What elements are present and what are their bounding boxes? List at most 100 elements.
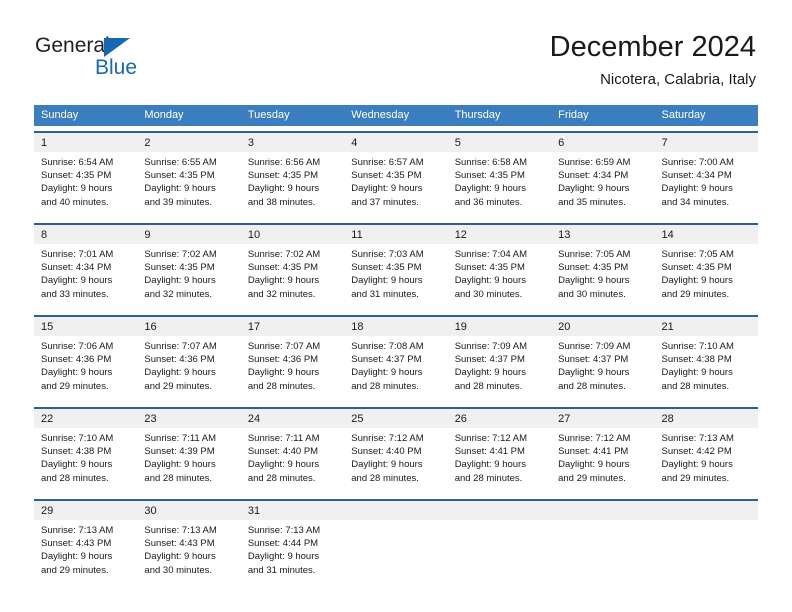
- day-cell[interactable]: 4 Sunrise: 6:57 AM Sunset: 4:35 PM Dayli…: [344, 131, 448, 218]
- sunrise-text: Sunrise: 7:00 AM: [661, 157, 734, 168]
- sunrise-text: Sunrise: 7:02 AM: [144, 249, 217, 260]
- sunset-text: Sunset: 4:34 PM: [661, 170, 732, 182]
- sunrise-text: Sunrise: 7:12 AM: [558, 433, 631, 444]
- day-number: 26: [454, 413, 467, 425]
- sunrise-text: Sunrise: 7:05 AM: [558, 249, 631, 260]
- sunset-text: Sunset: 4:35 PM: [247, 170, 319, 182]
- sunset-text: Sunset: 4:37 PM: [351, 354, 422, 366]
- day-cell[interactable]: 23 Sunrise: 7:11 AM Sunset: 4:39 PM Dayl…: [137, 407, 241, 494]
- day-number-bar: 30: [137, 501, 241, 520]
- sunset-text: Sunset: 4:38 PM: [661, 354, 732, 366]
- day-number: 15: [41, 321, 54, 333]
- sunset-text: Sunset: 4:35 PM: [41, 170, 112, 182]
- day-cell[interactable]: 7 Sunrise: 7:00 AM Sunset: 4:34 PM Dayli…: [654, 131, 758, 218]
- day-details: Sunrise: 7:06 AM Sunset: 4:36 PM Dayligh…: [34, 336, 137, 402]
- day-number-bar: 3: [240, 133, 345, 152]
- sunset-text: Sunset: 4:42 PM: [661, 446, 732, 458]
- day-cell[interactable]: 26 Sunrise: 7:12 AM Sunset: 4:41 PM Dayl…: [447, 407, 552, 494]
- day-cell[interactable]: 27 Sunrise: 7:12 AM Sunset: 4:41 PM Dayl…: [551, 407, 655, 494]
- day-cell[interactable]: 29 Sunrise: 7:13 AM Sunset: 4:43 PM Dayl…: [34, 499, 138, 586]
- day-cell[interactable]: 17 Sunrise: 7:07 AM Sunset: 4:36 PM Dayl…: [240, 315, 345, 402]
- weekday-header-sunday: Sunday: [41, 109, 79, 121]
- brand-name-blue: Blue: [95, 56, 138, 79]
- triangle-flag-icon: [104, 38, 130, 57]
- day-number: 5: [454, 137, 461, 149]
- daylight-text-line2: and 28 minutes.: [661, 380, 730, 392]
- day-number: 4: [351, 137, 358, 149]
- day-details: Sunrise: 6:58 AM Sunset: 4:35 PM Dayligh…: [448, 152, 551, 218]
- day-cell[interactable]: 28 Sunrise: 7:13 AM Sunset: 4:42 PM Dayl…: [654, 407, 758, 494]
- day-number: 17: [247, 321, 261, 333]
- day-cell[interactable]: 19 Sunrise: 7:09 AM Sunset: 4:37 PM Dayl…: [447, 315, 552, 402]
- day-number-bar: 26: [447, 409, 552, 428]
- sunrise-text: Sunrise: 7:11 AM: [144, 433, 217, 444]
- day-number: 23: [144, 413, 157, 425]
- daylight-text-line1: Daylight: 9 hours: [41, 551, 113, 563]
- day-details: Sunrise: 7:02 AM Sunset: 4:35 PM Dayligh…: [137, 244, 240, 310]
- sunset-text: Sunset: 4:35 PM: [351, 170, 422, 182]
- day-cell[interactable]: 24 Sunrise: 7:11 AM Sunset: 4:40 PM Dayl…: [240, 407, 345, 494]
- day-number-bar: 17: [240, 317, 345, 336]
- sunrise-text: Sunrise: 7:10 AM: [41, 433, 114, 444]
- day-cell[interactable]: 21 Sunrise: 7:10 AM Sunset: 4:38 PM Dayl…: [654, 315, 758, 402]
- brand-logo[interactable]: General Blue: [35, 34, 235, 86]
- day-cell[interactable]: 9 Sunrise: 7:02 AM Sunset: 4:35 PM Dayli…: [137, 223, 241, 310]
- daylight-text-line2: and 31 minutes.: [247, 564, 316, 576]
- daylight-text-line1: Daylight: 9 hours: [144, 551, 216, 563]
- day-cell[interactable]: 30 Sunrise: 7:13 AM Sunset: 4:43 PM Dayl…: [137, 499, 241, 586]
- day-cell[interactable]: 5 Sunrise: 6:58 AM Sunset: 4:35 PM Dayli…: [447, 131, 552, 218]
- page-subtitle: Nicotera, Calabria, Italy: [600, 71, 756, 88]
- daylight-text-line2: and 28 minutes.: [351, 380, 419, 392]
- sunrise-text: Sunrise: 6:57 AM: [351, 157, 424, 168]
- daylight-text-line1: Daylight: 9 hours: [247, 459, 320, 471]
- daylight-text-line2: and 35 minutes.: [558, 196, 626, 208]
- day-number-bar: 12: [447, 225, 552, 244]
- day-cell[interactable]: 6 Sunrise: 6:59 AM Sunset: 4:34 PM Dayli…: [551, 131, 655, 218]
- day-cell[interactable]: 8 Sunrise: 7:01 AM Sunset: 4:34 PM Dayli…: [34, 223, 138, 310]
- daylight-text-line1: Daylight: 9 hours: [558, 183, 630, 195]
- day-number-bar: 11: [344, 225, 448, 244]
- daylight-text-line2: and 29 minutes.: [41, 564, 109, 576]
- day-cell-empty: [654, 499, 758, 586]
- day-cell[interactable]: 12 Sunrise: 7:04 AM Sunset: 4:35 PM Dayl…: [447, 223, 552, 310]
- week-row: 22 Sunrise: 7:10 AM Sunset: 4:38 PM Dayl…: [34, 407, 758, 494]
- day-number-bar: [344, 501, 448, 520]
- day-cell[interactable]: 14 Sunrise: 7:05 AM Sunset: 4:35 PM Dayl…: [654, 223, 758, 310]
- daylight-text-line1: Daylight: 9 hours: [144, 183, 216, 195]
- day-cell[interactable]: 22 Sunrise: 7:10 AM Sunset: 4:38 PM Dayl…: [34, 407, 138, 494]
- day-cell[interactable]: 20 Sunrise: 7:09 AM Sunset: 4:37 PM Dayl…: [551, 315, 655, 402]
- day-cell[interactable]: 10 Sunrise: 7:02 AM Sunset: 4:35 PM Dayl…: [240, 223, 345, 310]
- daylight-text-line1: Daylight: 9 hours: [41, 367, 113, 379]
- day-number: 29: [41, 505, 54, 517]
- day-cell[interactable]: 1 Sunrise: 6:54 AM Sunset: 4:35 PM Dayli…: [34, 131, 138, 218]
- day-details: Sunrise: 7:13 AM Sunset: 4:42 PM Dayligh…: [655, 428, 758, 494]
- day-details: Sunrise: 6:59 AM Sunset: 4:34 PM Dayligh…: [551, 152, 654, 218]
- day-cell-empty: [447, 499, 552, 586]
- day-cell[interactable]: 11 Sunrise: 7:03 AM Sunset: 4:35 PM Dayl…: [344, 223, 448, 310]
- day-number-bar: 15: [34, 317, 138, 336]
- day-details: Sunrise: 7:04 AM Sunset: 4:35 PM Dayligh…: [448, 244, 551, 310]
- day-cell[interactable]: 3 Sunrise: 6:56 AM Sunset: 4:35 PM Dayli…: [240, 131, 345, 218]
- day-cell[interactable]: 31 Sunrise: 7:13 AM Sunset: 4:44 PM Dayl…: [240, 499, 345, 586]
- sunrise-text: Sunrise: 7:02 AM: [247, 249, 321, 260]
- day-cell[interactable]: 25 Sunrise: 7:12 AM Sunset: 4:40 PM Dayl…: [344, 407, 448, 494]
- sunset-text: Sunset: 4:44 PM: [247, 538, 319, 550]
- day-cell[interactable]: 18 Sunrise: 7:08 AM Sunset: 4:37 PM Dayl…: [344, 315, 448, 402]
- daylight-text-line1: Daylight: 9 hours: [661, 275, 733, 287]
- day-cell[interactable]: 13 Sunrise: 7:05 AM Sunset: 4:35 PM Dayl…: [551, 223, 655, 310]
- weekday-header-friday: Friday: [558, 109, 589, 121]
- page-header: General Blue December 2024 Nicotera, Cal…: [0, 0, 792, 100]
- sunrise-text: Sunrise: 7:05 AM: [661, 249, 734, 260]
- daylight-text-line2: and 29 minutes.: [661, 288, 730, 300]
- day-cell[interactable]: 15 Sunrise: 7:06 AM Sunset: 4:36 PM Dayl…: [34, 315, 138, 402]
- sunrise-text: Sunrise: 7:12 AM: [351, 433, 424, 444]
- daylight-text-line1: Daylight: 9 hours: [247, 183, 320, 195]
- day-number: 24: [247, 413, 261, 425]
- day-cell[interactable]: 16 Sunrise: 7:07 AM Sunset: 4:36 PM Dayl…: [137, 315, 241, 402]
- daylight-text-line1: Daylight: 9 hours: [558, 459, 630, 471]
- day-cell[interactable]: 2 Sunrise: 6:55 AM Sunset: 4:35 PM Dayli…: [137, 131, 241, 218]
- daylight-text-line1: Daylight: 9 hours: [454, 367, 526, 379]
- day-number-bar: 21: [654, 317, 758, 336]
- sunrise-text: Sunrise: 6:58 AM: [454, 157, 528, 168]
- day-number-bar: 27: [551, 409, 655, 428]
